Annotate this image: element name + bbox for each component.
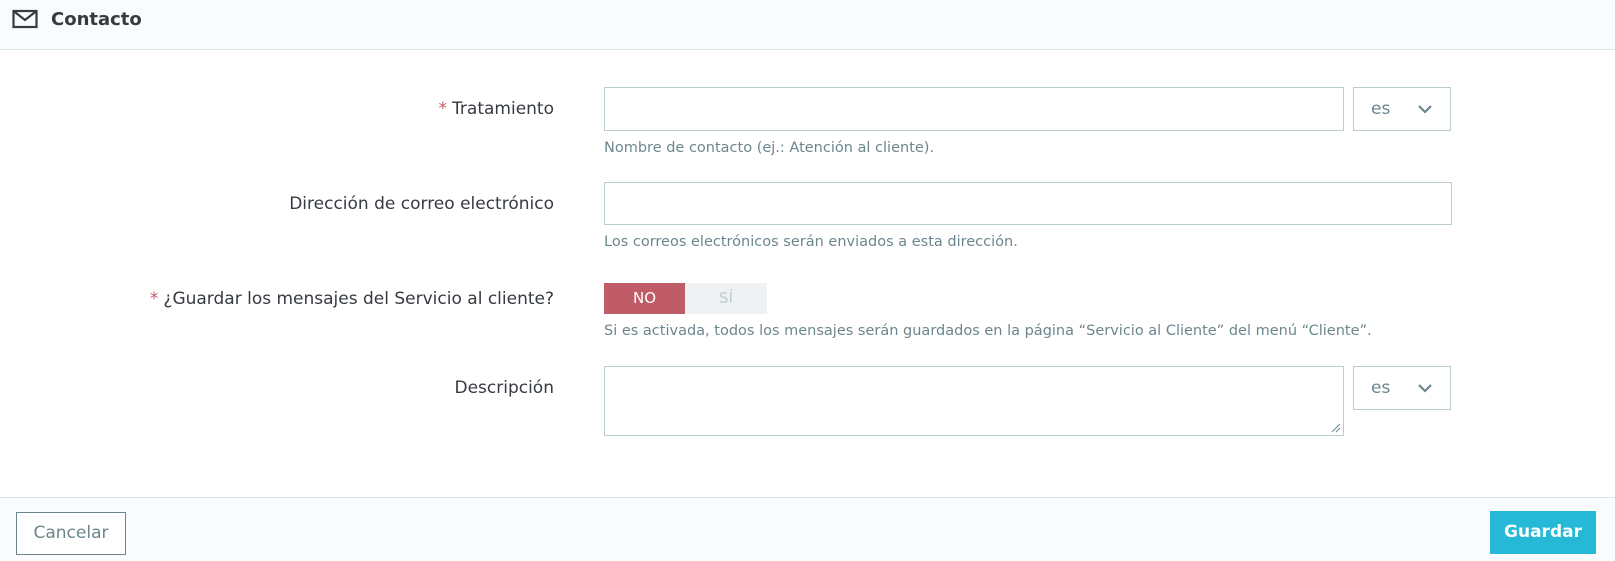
title-language-select[interactable]: es <box>1353 87 1451 131</box>
panel-header: Contacto <box>0 0 1615 50</box>
description-language-select[interactable]: es <box>1353 366 1451 410</box>
chevron-down-icon <box>1418 105 1432 114</box>
save-messages-help-text: Si es activada, todos los mensajes serán… <box>604 323 1372 339</box>
required-mark: * <box>438 99 448 119</box>
title-help-text: Nombre de contacto (ej.: Atención al cli… <box>604 140 935 156</box>
panel-footer: Cancelar Guardar <box>0 497 1615 561</box>
save-messages-switch[interactable]: NO SÍ <box>604 283 767 314</box>
language-code: es <box>1371 378 1391 398</box>
description-textarea[interactable] <box>604 366 1344 436</box>
email-help-text: Los correos electrónicos serán enviados … <box>604 234 1018 250</box>
title-label: * Tratamiento <box>438 99 554 119</box>
save-button[interactable]: Guardar <box>1490 511 1596 554</box>
language-code: es <box>1371 99 1391 119</box>
cancel-button[interactable]: Cancelar <box>16 512 126 555</box>
email-label: Dirección de correo electrónico <box>289 194 554 214</box>
chevron-down-icon <box>1418 384 1432 393</box>
switch-option-yes[interactable]: SÍ <box>685 283 767 314</box>
switch-option-no[interactable]: NO <box>604 283 685 314</box>
envelope-icon <box>12 9 38 29</box>
panel-title: Contacto <box>51 9 142 30</box>
title-input[interactable] <box>604 87 1344 131</box>
description-label: Descripción <box>454 378 554 398</box>
required-mark: * <box>149 289 159 309</box>
resize-handle-icon[interactable] <box>1331 423 1341 433</box>
email-input[interactable] <box>604 182 1452 225</box>
save-messages-label: * ¿Guardar los mensajes del Servicio al c… <box>149 289 554 309</box>
